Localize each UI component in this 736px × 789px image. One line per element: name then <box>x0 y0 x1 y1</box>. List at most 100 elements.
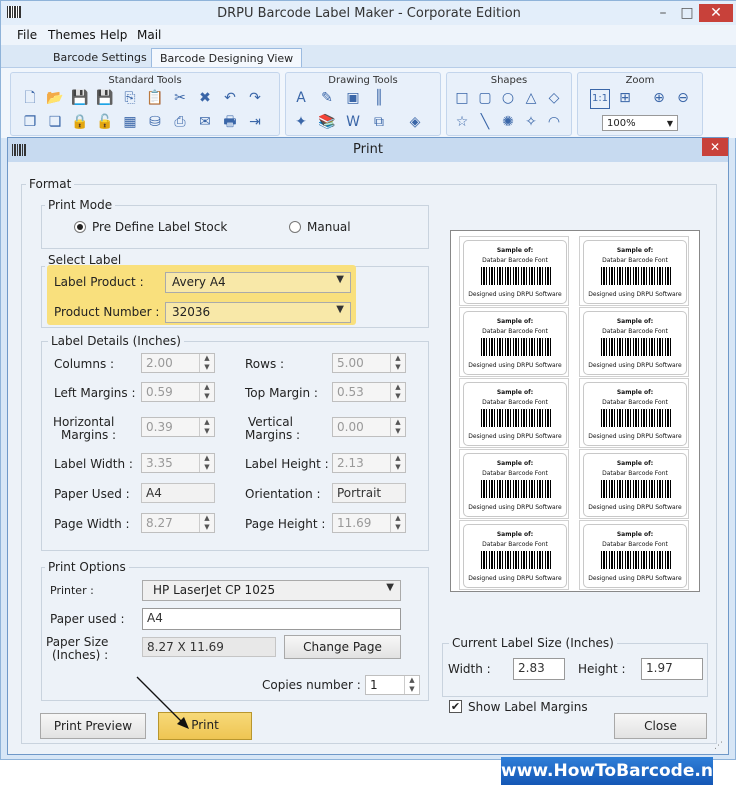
wordart-tool-icon[interactable]: W <box>344 113 362 131</box>
spinner-arrows-icon[interactable]: ▲ ▼ <box>390 454 405 472</box>
chevron-down-icon: ▼ <box>336 274 344 285</box>
resize-grip-icon[interactable]: ⋰ <box>714 741 723 751</box>
ungroup-icon[interactable]: ❏ <box>46 113 64 131</box>
cut-icon[interactable]: ✂ <box>171 89 189 107</box>
star-shape-icon[interactable]: ☆ <box>453 113 471 131</box>
page-height-spinner[interactable]: 11.69 ▲ ▼ <box>332 513 406 533</box>
product-number-label: Product Number : <box>54 305 160 319</box>
restore-button[interactable]: □ <box>675 4 699 22</box>
undo-icon[interactable]: ↶ <box>221 89 239 107</box>
zoom-in-icon[interactable]: ⊕ <box>650 89 668 107</box>
tab-barcode-designing-view[interactable]: Barcode Designing View <box>151 48 303 68</box>
pen-tool-icon[interactable]: ✎ <box>318 89 336 107</box>
database-icon[interactable]: ⛁ <box>146 113 164 131</box>
burst-icon[interactable]: ✺ <box>499 113 517 131</box>
close-button[interactable]: Close <box>614 713 707 739</box>
group-icon[interactable]: ❐ <box>21 113 39 131</box>
spinner-arrows-icon[interactable]: ▲ ▼ <box>390 354 405 372</box>
spinner-arrows-icon[interactable]: ▲ ▼ <box>390 418 405 436</box>
line-icon[interactable]: ╲ <box>476 113 494 131</box>
vertical-margins-spinner[interactable]: 0.00 ▲ ▼ <box>332 417 406 437</box>
width-field[interactable]: 2.83 <box>513 658 565 680</box>
delete-icon[interactable]: ✖ <box>196 89 214 107</box>
grid-icon[interactable]: ▦ <box>121 113 139 131</box>
top-margin-spinner[interactable]: 0.53 ▲ ▼ <box>332 382 406 402</box>
spinner-arrows-icon[interactable]: ▲ ▼ <box>199 454 214 472</box>
fit-page-icon[interactable]: ⊞ <box>616 89 634 107</box>
preview-font-text: Databar Barcode Font <box>602 257 668 264</box>
star4-icon[interactable]: ✧ <box>522 113 540 131</box>
printer-label: Printer : <box>50 584 94 597</box>
menu-help[interactable]: Help <box>100 28 127 42</box>
triangle-icon[interactable]: △ <box>522 89 540 107</box>
menu-themes[interactable]: Themes <box>48 28 96 42</box>
spinner-arrows-icon[interactable]: ▲ ▼ <box>390 383 405 401</box>
preview-sample-text: Sample of: <box>616 531 654 538</box>
new-icon[interactable]: 🗋 <box>21 89 39 107</box>
picture-tool-icon[interactable]: ▣ <box>344 89 362 107</box>
label-width-spinner[interactable]: 3.35 ▲ ▼ <box>141 453 215 473</box>
spinner-arrows-icon[interactable]: ▲ ▼ <box>199 514 214 532</box>
rounded-rectangle-icon[interactable]: ▢ <box>476 89 494 107</box>
copy-icon[interactable]: ⎘ <box>121 89 139 107</box>
spinner-arrows-icon[interactable]: ▲ ▼ <box>199 383 214 401</box>
star-tool-icon[interactable]: ✦ <box>292 113 310 131</box>
print-icon[interactable]: 🖶 <box>221 113 239 131</box>
preview-barcode <box>601 338 671 356</box>
horizontal-margins-spinner[interactable]: 0.39 ▲ ▼ <box>141 417 215 437</box>
exit-icon[interactable]: ⇥ <box>246 113 264 131</box>
text-tool-icon[interactable]: A <box>292 89 310 107</box>
printer-select[interactable]: HP LaserJet CP 1025 ▼ <box>142 580 401 601</box>
diamond-icon[interactable]: ◇ <box>545 89 563 107</box>
fill-tool-icon[interactable]: ◈ <box>406 113 424 131</box>
library-tool-icon[interactable]: 📚 <box>318 113 336 131</box>
rows-spinner[interactable]: 5.00 ▲ ▼ <box>332 353 406 373</box>
menu-file[interactable]: File <box>17 28 37 42</box>
menu-mail[interactable]: Mail <box>137 28 161 42</box>
left-margins-spinner[interactable]: 0.59 ▲ ▼ <box>141 382 215 402</box>
columns-spinner[interactable]: 2.00 ▲ ▼ <box>141 353 215 373</box>
label-height-spinner[interactable]: 2.13 ▲ ▼ <box>332 453 406 473</box>
rectangle-icon[interactable]: □ <box>453 89 471 107</box>
label-product-select[interactable]: Avery A4 ▼ <box>165 272 351 293</box>
copies-number-spinner[interactable]: 1 ▲ ▼ <box>365 675 420 695</box>
minimize-button[interactable]: – <box>651 4 675 22</box>
redo-icon[interactable]: ↷ <box>246 89 264 107</box>
radio-predefine-stock[interactable] <box>74 221 86 233</box>
dialog-close-button[interactable]: ✕ <box>702 138 728 156</box>
spinner-arrows-icon[interactable]: ▲ ▼ <box>199 354 214 372</box>
ellipse-icon[interactable]: ○ <box>499 89 517 107</box>
spinner-arrows-icon[interactable]: ▲ ▼ <box>404 676 419 694</box>
mail-icon[interactable]: ✉ <box>196 113 214 131</box>
open-icon[interactable]: 📂 <box>46 89 64 107</box>
barcode-tool-icon[interactable]: ║ <box>370 89 388 107</box>
app-close-button[interactable]: ✕ <box>699 4 733 22</box>
spinner-arrows-icon[interactable]: ▲ ▼ <box>390 514 405 532</box>
lock-icon[interactable]: 🔒 <box>71 113 89 131</box>
save-as-icon[interactable]: 💾 <box>96 89 114 107</box>
show-margins-checkbox[interactable]: ✔ <box>449 700 462 713</box>
export-icon[interactable]: ⎙ <box>171 113 189 131</box>
spinner-arrows-icon[interactable]: ▲ ▼ <box>199 418 214 436</box>
save-icon[interactable]: 💾 <box>71 89 89 107</box>
label-height-value: 2.13 <box>337 456 364 470</box>
radio-manual[interactable] <box>289 221 301 233</box>
columns-label: Columns : <box>54 357 115 371</box>
paste-icon[interactable]: 📋 <box>146 89 164 107</box>
product-number-select[interactable]: 32036 ▼ <box>165 302 351 323</box>
actual-size-icon[interactable]: 1:1 <box>590 89 610 109</box>
unlock-icon[interactable]: 🔓 <box>96 113 114 131</box>
print-preview-button[interactable]: Print Preview <box>40 713 146 739</box>
arc-icon[interactable]: ◠ <box>545 113 563 131</box>
zoom-out-icon[interactable]: ⊖ <box>674 89 692 107</box>
zoom-select[interactable]: 100% ▼ <box>602 115 678 131</box>
tab-barcode-settings[interactable]: Barcode Settings <box>45 48 155 67</box>
preview-designed-text: Designed using DRPU Software <box>468 575 562 582</box>
arrange-tool-icon[interactable]: ⧉ <box>370 113 388 131</box>
paper-used-input[interactable]: A4 <box>142 608 401 630</box>
width-label: Width : <box>448 662 491 676</box>
page-width-spinner[interactable]: 8.27 ▲ ▼ <box>141 513 215 533</box>
height-field[interactable]: 1.97 <box>641 658 703 680</box>
change-page-button[interactable]: Change Page <box>284 635 401 659</box>
preview-sample-text: Sample of: <box>496 318 534 325</box>
